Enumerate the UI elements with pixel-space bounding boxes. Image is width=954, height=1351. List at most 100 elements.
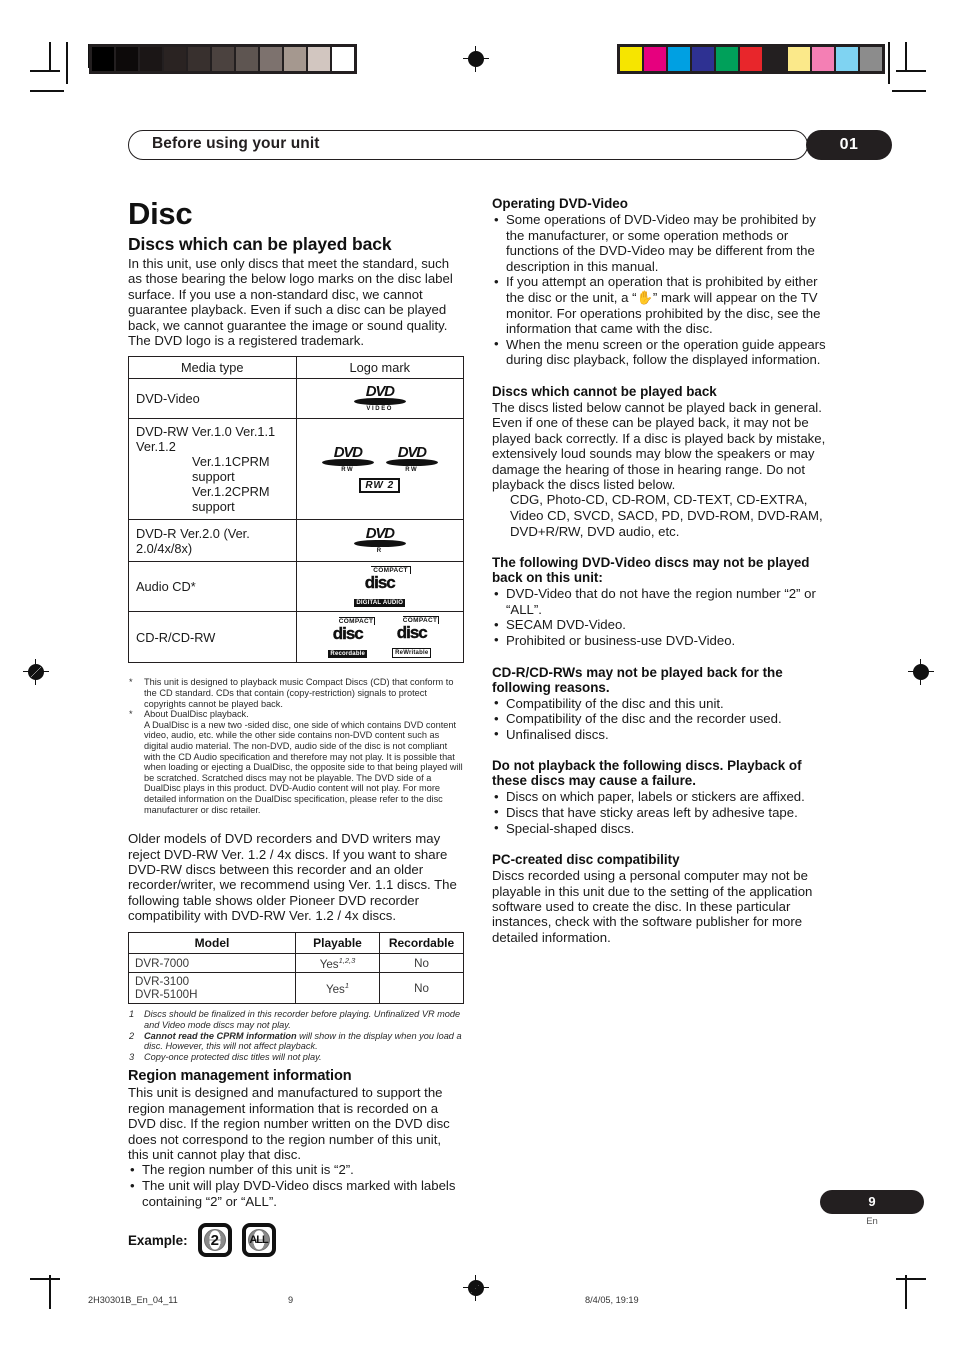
dvd-logo-word: DVD (365, 524, 395, 542)
footnote-text: A DualDisc is a new two -sided disc, one… (144, 719, 463, 815)
model-line-dvr-3100: DVR-3100 (135, 975, 190, 989)
logo-cell-dvd-r: DVD R (295, 519, 464, 563)
dvd-rw-logo-row: DVD RW DVD RW (299, 445, 462, 474)
footnote-number: 3 (129, 1051, 135, 1062)
dvd-logo-video-sub: VIDEO (366, 405, 394, 412)
color-swatch-8 (812, 47, 834, 71)
cd-logo-foot-wrap: Recordable (319, 643, 377, 658)
grayscale-swatch-7 (260, 47, 282, 71)
model-table-header-model: Model (128, 931, 296, 954)
color-swatch-3 (692, 47, 714, 71)
media-cell-dvd-video: DVD-Video (128, 378, 297, 420)
section-title-dvd-video-not-played: The following DVD-Video discs may not be… (492, 555, 810, 586)
playable-cell-dvr-3100-5100h: Yes1 (295, 972, 380, 1005)
section-title-cdr-reasons: CD-R/CD-RWs may not be played back for t… (492, 664, 783, 695)
crop-mark-top-left-h2 (30, 90, 64, 92)
media-table-header-row: Media type Logo mark (128, 356, 464, 380)
table-row: DVD-R Ver.2.0 (Ver. 2.0/4x/8x) DVD R (128, 519, 464, 563)
color-swatch-0 (620, 47, 642, 71)
compact-disc-rewritable-logo-icon: COMPACT disc ReWritable (383, 616, 441, 659)
dvd-video-not-played-bullets: DVD-Video that do not have the region nu… (492, 586, 828, 648)
region-management-bullets: The region number of this unit is “2”. T… (128, 1162, 464, 1209)
model-cell-dvr-7000: DVR-7000 (128, 952, 296, 974)
cd-logo-disc-word: disc (332, 623, 364, 643)
dvd-logo-r-sub: R (376, 547, 383, 554)
color-swatch-4 (716, 47, 738, 71)
table-row: DVR-7000 Yes1,2,3 No (128, 952, 465, 974)
grayscale-swatch-4 (188, 47, 210, 71)
dvd-video-logo-icon: DVD VIDEO (353, 384, 406, 413)
crop-mark-top-right-v2 (888, 42, 890, 84)
page-content: Before using your unit 01 Disc Discs whi… (128, 130, 892, 1258)
list-item: When the menu screen or the operation gu… (492, 336, 828, 368)
model-footnote-3: 3 Copy-once protected disc titles will n… (128, 1052, 464, 1063)
media-table-header-media-type: Media type (128, 356, 297, 380)
rw2-logo-icon: RW 2 (359, 477, 401, 493)
grayscale-swatch-0 (92, 47, 114, 71)
section-title-pc-created: PC-created disc compatibility (492, 852, 680, 868)
print-footer: 2H30301B_En_04_11 9 8/4/05, 19:19 (0, 1291, 954, 1315)
media-cell-dvd-rw-line1: DVD-RW Ver.1.0 Ver.1.1 Ver.1.2 (136, 424, 276, 455)
cannot-be-played-disc-list: CDG, Photo-CD, CD-ROM, CD-TEXT, CD-EXTRA… (510, 492, 823, 539)
logo-cell-dvd-video: DVD VIDEO (295, 378, 464, 420)
pc-created-body: Discs recorded using a personal computer… (492, 868, 813, 945)
right-column: Operating DVD-Video Some operations of D… (492, 196, 828, 1257)
playable-value: Yes (319, 957, 339, 971)
list-item: Prohibited or business-use DVD-Video. (492, 632, 828, 649)
logo-cell-audio-cd: COMPACT disc DIGITAL AUDIO (295, 561, 464, 613)
cd-logo-disc-word: disc (396, 623, 428, 643)
print-file-name: 2H30301B_En_04_11 (88, 1295, 178, 1305)
left-column: Disc Discs which can be played back In t… (128, 196, 465, 1258)
media-type-table: Media type Logo mark DVD-Video DVD VIDEO (128, 356, 464, 664)
chapter-number-badge: 01 (806, 130, 892, 160)
cannot-be-played-body: The discs listed below cannot be played … (492, 399, 826, 492)
cd-logo-recordable-label: Recordable (328, 649, 368, 658)
grayscale-swatch-9 (308, 47, 330, 71)
footnote-mark: * (129, 709, 133, 720)
crop-mark-top-left-v2 (66, 42, 68, 84)
table-row: CD-R/CD-RW COMPACT disc Recordable COMPA… (128, 611, 464, 664)
footnote-text: This unit is designed to playback music … (144, 677, 454, 709)
media-table-header-logo-mark: Logo mark (295, 356, 464, 380)
two-column-body: Disc Discs which can be played back In t… (128, 196, 828, 1258)
model-footnote-2: 2 Cannot read the CPRM information will … (128, 1031, 464, 1052)
page-title: Disc (128, 196, 193, 231)
section-title-operating-dvd-video: Operating DVD-Video (492, 196, 628, 211)
crop-mark-top-right-v (905, 42, 907, 72)
region-example-label: Example: (128, 1232, 188, 1248)
crop-mark-bottom-left-h (30, 1278, 60, 1280)
grayscale-swatch-8 (284, 47, 306, 71)
media-cell-dvd-rw: DVD-RW Ver.1.0 Ver.1.1 Ver.1.2 Ver.1.1CP… (128, 418, 297, 521)
trademark-note: The DVD logo is a registered trademark. (128, 333, 365, 349)
cd-logo-foot-wrap: ReWritable (383, 642, 441, 659)
list-item: Compatibility of the disc and this unit. (492, 695, 828, 712)
intro-paragraph: In this unit, use only discs that meet t… (128, 256, 453, 333)
cd-logo-digital-audio-label: DIGITAL AUDIO (354, 599, 406, 608)
registration-target-top (463, 46, 489, 72)
footnote-text: Discs should be finalized in this record… (144, 1009, 461, 1031)
list-item: SECAM DVD-Video. (492, 617, 828, 633)
logo-cell-cd-r-cd-rw: COMPACT disc Recordable COMPACT disc ReW… (295, 611, 464, 664)
color-swatch-2 (668, 47, 690, 71)
compact-disc-digital-audio-logo-icon: COMPACT disc DIGITAL AUDIO (347, 566, 413, 608)
dvd-r-logo-icon: DVD R (353, 524, 406, 555)
model-table-header-row: Model Playable Recordable (128, 931, 465, 954)
list-item: DVD-Video that do not have the region nu… (492, 586, 828, 617)
playable-footnote-refs: 1,2,3 (338, 955, 356, 965)
footnote-text: Copy-once protected disc titles will not… (144, 1051, 322, 1062)
color-swatch-6 (764, 47, 786, 71)
list-item: Discs that have sticky areas left by adh… (492, 804, 828, 821)
region-example-row: Example: 2 ALL (128, 1223, 464, 1258)
list-item: Compatibility of the disc and the record… (492, 711, 828, 727)
grayscale-swatch-10 (332, 47, 354, 71)
color-swatch-10 (860, 47, 882, 71)
playable-value: Yes (325, 982, 345, 996)
print-page-number: 9 (288, 1295, 294, 1305)
crop-mark-top-right-h (896, 70, 926, 72)
cd-logo-rewritable-label: ReWritable (392, 648, 432, 659)
older-models-paragraph: Older models of DVD recorders and DVD wr… (128, 831, 457, 924)
